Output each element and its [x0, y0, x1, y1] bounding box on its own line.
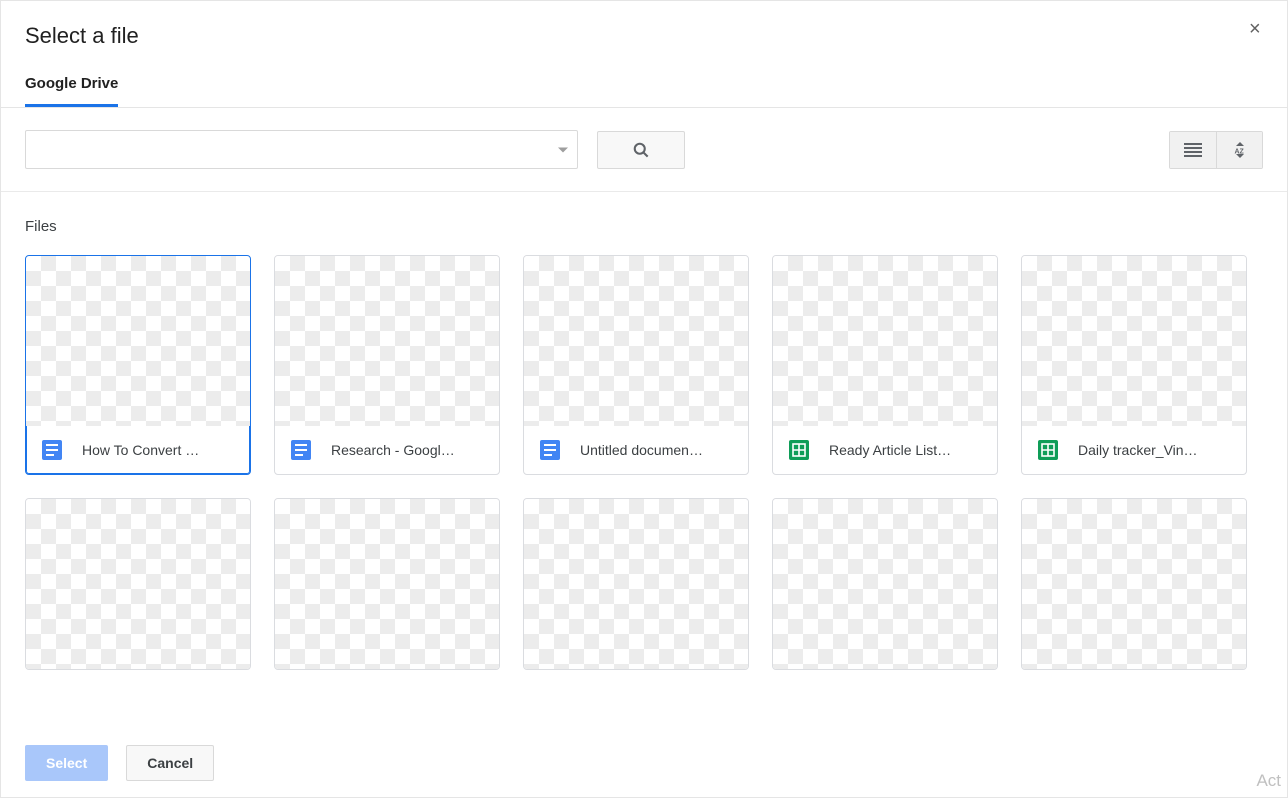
file-name: Ready Article List…	[829, 442, 981, 458]
file-card-footer: Research - Googl…	[275, 426, 499, 474]
dialog-title: Select a file	[25, 23, 1263, 49]
chevron-down-icon[interactable]	[558, 147, 568, 152]
view-toggles: AZ	[1169, 131, 1263, 169]
file-thumbnail	[26, 256, 250, 426]
file-card-footer: Daily tracker_Vin…	[1022, 426, 1246, 474]
file-name: How To Convert …	[82, 442, 234, 458]
file-picker-dialog: Select a file × Google Drive	[0, 0, 1288, 798]
docs-icon	[540, 440, 560, 460]
docs-icon	[42, 440, 62, 460]
file-thumbnail	[1022, 256, 1246, 426]
select-button[interactable]: Select	[25, 745, 108, 781]
toolbar: AZ	[1, 108, 1287, 192]
file-name: Research - Googl…	[331, 442, 483, 458]
search-button[interactable]	[597, 131, 685, 169]
file-grid: How To Convert … Research - Googl… Untitle…	[25, 255, 1263, 670]
file-thumbnail	[26, 499, 250, 669]
section-label-files: Files	[25, 218, 1263, 235]
cancel-button[interactable]: Cancel	[126, 745, 214, 781]
watermark-text: Act	[1256, 771, 1281, 791]
dialog-footer: Select Cancel	[1, 728, 1287, 797]
close-button[interactable]: ×	[1249, 23, 1265, 39]
sort-az-button[interactable]: AZ	[1216, 132, 1262, 168]
file-card[interactable]: How To Convert …	[25, 255, 251, 475]
file-thumbnail	[524, 499, 748, 669]
file-thumbnail	[524, 256, 748, 426]
list-view-button[interactable]	[1170, 132, 1216, 168]
file-card-footer: Ready Article List…	[773, 426, 997, 474]
file-name: Daily tracker_Vin…	[1078, 442, 1230, 458]
search-icon	[631, 140, 651, 160]
file-thumbnail	[275, 256, 499, 426]
file-thumbnail	[1022, 499, 1246, 669]
sheets-icon	[789, 440, 809, 460]
tab-google-drive[interactable]: Google Drive	[25, 59, 118, 107]
file-card[interactable]	[25, 498, 251, 670]
docs-icon	[291, 440, 311, 460]
file-card[interactable]: Daily tracker_Vin…	[1021, 255, 1247, 475]
file-card[interactable]: Untitled documen…	[523, 255, 749, 475]
file-thumbnail	[773, 499, 997, 669]
file-card[interactable]: Research - Googl…	[274, 255, 500, 475]
dialog-header: Select a file ×	[1, 1, 1287, 59]
file-thumbnail	[275, 499, 499, 669]
source-tabs: Google Drive	[1, 59, 1287, 108]
file-card[interactable]: Ready Article List…	[772, 255, 998, 475]
list-icon	[1184, 143, 1202, 157]
file-card[interactable]	[274, 498, 500, 670]
file-card-footer: Untitled documen…	[524, 426, 748, 474]
sheets-icon	[1038, 440, 1058, 460]
file-card[interactable]	[772, 498, 998, 670]
sort-az-icon: AZ	[1231, 141, 1249, 159]
file-content[interactable]: Files How To Convert … Research - Googl… U…	[1, 192, 1287, 728]
file-card-footer: How To Convert …	[26, 426, 250, 474]
file-card[interactable]	[523, 498, 749, 670]
search-input-wrap	[25, 130, 578, 169]
close-icon: ×	[1249, 18, 1261, 40]
search-input[interactable]	[25, 130, 578, 169]
file-card[interactable]	[1021, 498, 1247, 670]
file-thumbnail	[773, 256, 997, 426]
file-name: Untitled documen…	[580, 442, 732, 458]
